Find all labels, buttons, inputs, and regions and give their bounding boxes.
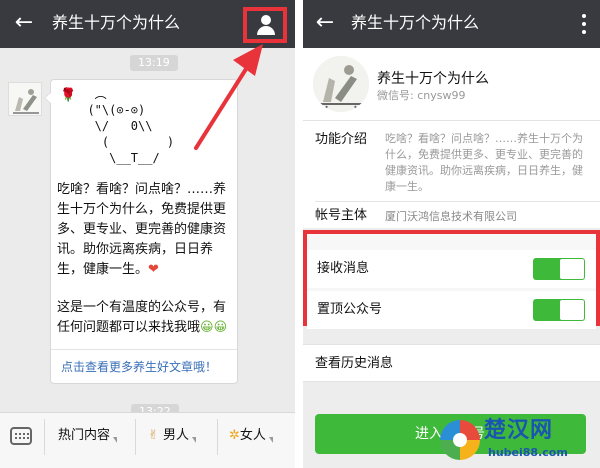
receive-messages-toggle[interactable] (533, 258, 585, 280)
more-articles-link[interactable]: 点击查看更多养生好文章哦！ (61, 358, 217, 376)
menu-separator (44, 419, 45, 455)
chat-top-bar: ← 养生十万个为什么 (0, 0, 295, 48)
watermark-title: 楚汉网 (484, 418, 554, 443)
message-text-2: 这是一个有温度的公众号，有任何问题都可以来找我哦😀😀 (57, 300, 228, 335)
account-info-button[interactable] (243, 7, 287, 43)
message-text: 吃啥？看啥？问点啥？……养生十万个为什么，免费提供更多、更专业、更完善的健康资讯… (57, 182, 227, 277)
account-details: 功能介绍 吃啥？看啥？问点啥？……养生十万个为什么，免费提供更多、更专业、更完善… (303, 120, 600, 228)
dropdown-triangle-icon (192, 437, 197, 443)
intro-label: 功能介绍 (315, 132, 368, 147)
switch-settings-highlight: 接收消息 置顶公众号 (303, 230, 600, 329)
site-logo-icon (440, 420, 480, 460)
chat-title: 养生十万个为什么 (52, 13, 181, 32)
heart-icon: ❤ (148, 262, 159, 277)
arrow-left-icon[interactable]: ← (12, 10, 36, 36)
site-watermark: 楚汉网 hubei88.com (440, 418, 598, 466)
view-history-row[interactable]: 查看历史消息 (303, 344, 600, 382)
message-timestamp: 13:19 (130, 55, 178, 71)
menu-item-men[interactable]: ✌ 男人 (148, 427, 197, 445)
smiley-icon: 😀😀 (200, 320, 228, 335)
dropdown-triangle-icon (268, 437, 273, 443)
account-id: 微信号: cnysw99 (377, 89, 466, 102)
arrow-left-icon[interactable]: ← (313, 10, 337, 36)
profile-card: 养生十万个为什么 微信号: cnysw99 (303, 48, 600, 120)
intro-text: 吃啥？看啥？问点啥？……养生十万个为什么，免费提供更多、更专业、更完善的健康资讯… (385, 132, 583, 193)
keyboard-icon[interactable] (10, 427, 32, 445)
account-info-screen: ← 养生十万个为什么 养生十万个为什么 微信号: cnysw99 功能介绍 吃啥… (303, 0, 600, 468)
menu-item-women[interactable]: ✲女人 (229, 427, 273, 445)
dropdown-triangle-icon (113, 437, 118, 443)
chat-screen: ← 养生十万个为什么 13:19 🌹 ︵ ("\(⊙-⊙) \/ 0\\ ( )… (0, 0, 295, 468)
bottom-menu-bar: 热门内容 ✌ 男人 ✲女人 (0, 412, 295, 468)
pin-account-row: 置顶公众号 (307, 291, 596, 329)
account-name: 养生十万个为什么 (377, 71, 489, 87)
watermark-url: hubei88.com (488, 446, 568, 459)
info-top-bar: ← 养生十万个为什么 (303, 0, 600, 48)
divider (315, 201, 600, 202)
pin-account-label: 置顶公众号 (317, 302, 383, 317)
menu-item-hot-content[interactable]: 热门内容 (58, 427, 118, 445)
pin-account-toggle[interactable] (533, 299, 585, 321)
info-title: 养生十万个为什么 (351, 13, 480, 32)
account-avatar[interactable] (8, 82, 42, 116)
menu-separator (135, 419, 136, 455)
message-bubble: 🌹 ︵ ("\(⊙-⊙) \/ 0\\ ( ) \__T__/ 吃啥？看啥？问点… (44, 79, 238, 384)
bubble-divider (51, 349, 237, 350)
more-vertical-icon[interactable] (582, 14, 586, 34)
owner-value: 厦门沃鸿信息技术有限公司 (385, 210, 517, 223)
receive-messages-row: 接收消息 (307, 250, 596, 288)
sun-icon: ✲ (229, 428, 240, 443)
owner-label: 帐号主体 (315, 208, 368, 223)
victory-hand-icon: ✌ (148, 428, 159, 443)
view-history-label: 查看历史消息 (315, 356, 394, 371)
profile-avatar[interactable] (313, 56, 369, 112)
menu-separator (217, 419, 218, 455)
receive-messages-label: 接收消息 (317, 261, 370, 276)
ascii-art: ︵ ("\(⊙-⊙) \/ 0\\ ( ) \__T__/ (87, 87, 175, 165)
